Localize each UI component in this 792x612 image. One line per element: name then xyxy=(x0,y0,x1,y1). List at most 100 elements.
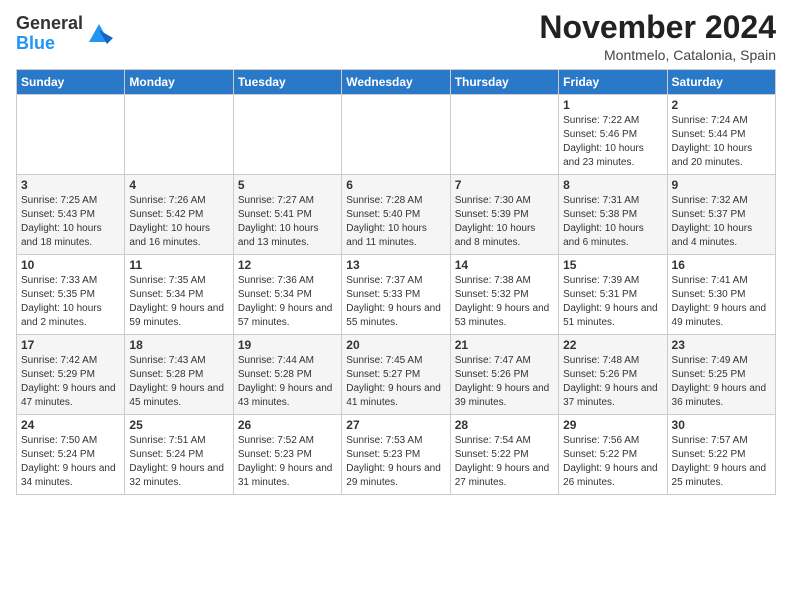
calendar-cell: 14 Sunrise: 7:38 AMSunset: 5:32 PMDayligh… xyxy=(450,255,558,335)
day-number: 19 xyxy=(238,338,337,352)
day-info: Sunrise: 7:56 AMSunset: 5:22 PMDaylight:… xyxy=(563,434,662,490)
day-number: 26 xyxy=(238,418,337,432)
calendar-cell: 20 Sunrise: 7:45 AMSunset: 5:27 PMDayligh… xyxy=(342,335,450,415)
day-number: 25 xyxy=(129,418,228,432)
calendar-week-3: 10 Sunrise: 7:33 AMSunset: 5:35 PMDayligh… xyxy=(17,255,776,335)
calendar-cell: 13 Sunrise: 7:37 AMSunset: 5:33 PMDayligh… xyxy=(342,255,450,335)
day-info: Sunrise: 7:22 AMSunset: 5:46 PMDaylight:… xyxy=(563,114,662,170)
day-number: 23 xyxy=(672,338,771,352)
day-number: 17 xyxy=(21,338,120,352)
calendar-cell: 5 Sunrise: 7:27 AMSunset: 5:41 PMDaylight… xyxy=(233,175,341,255)
day-number: 28 xyxy=(455,418,554,432)
day-info: Sunrise: 7:44 AMSunset: 5:28 PMDaylight:… xyxy=(238,354,337,410)
day-number: 12 xyxy=(238,258,337,272)
calendar-cell: 18 Sunrise: 7:43 AMSunset: 5:28 PMDayligh… xyxy=(125,335,233,415)
day-info: Sunrise: 7:57 AMSunset: 5:22 PMDaylight:… xyxy=(672,434,771,490)
calendar-cell: 3 Sunrise: 7:25 AMSunset: 5:43 PMDaylight… xyxy=(17,175,125,255)
day-info: Sunrise: 7:26 AMSunset: 5:42 PMDaylight:… xyxy=(129,194,228,250)
calendar-cell: 21 Sunrise: 7:47 AMSunset: 5:26 PMDayligh… xyxy=(450,335,558,415)
weekday-header-saturday: Saturday xyxy=(667,70,775,95)
day-number: 8 xyxy=(563,178,662,192)
day-number: 4 xyxy=(129,178,228,192)
day-info: Sunrise: 7:41 AMSunset: 5:30 PMDaylight:… xyxy=(672,274,771,330)
day-number: 18 xyxy=(129,338,228,352)
day-info: Sunrise: 7:43 AMSunset: 5:28 PMDaylight:… xyxy=(129,354,228,410)
day-number: 11 xyxy=(129,258,228,272)
month-title: November 2024 xyxy=(539,10,776,45)
weekday-header-monday: Monday xyxy=(125,70,233,95)
day-info: Sunrise: 7:52 AMSunset: 5:23 PMDaylight:… xyxy=(238,434,337,490)
day-number: 13 xyxy=(346,258,445,272)
day-number: 24 xyxy=(21,418,120,432)
day-number: 16 xyxy=(672,258,771,272)
calendar-cell xyxy=(233,95,341,175)
calendar-cell: 11 Sunrise: 7:35 AMSunset: 5:34 PMDayligh… xyxy=(125,255,233,335)
day-number: 3 xyxy=(21,178,120,192)
day-number: 20 xyxy=(346,338,445,352)
calendar-cell: 17 Sunrise: 7:42 AMSunset: 5:29 PMDayligh… xyxy=(17,335,125,415)
day-info: Sunrise: 7:27 AMSunset: 5:41 PMDaylight:… xyxy=(238,194,337,250)
day-info: Sunrise: 7:35 AMSunset: 5:34 PMDaylight:… xyxy=(129,274,228,330)
header: General Blue November 2024 Montmelo, Cat… xyxy=(16,10,776,63)
day-number: 9 xyxy=(672,178,771,192)
day-info: Sunrise: 7:24 AMSunset: 5:44 PMDaylight:… xyxy=(672,114,771,170)
title-block: November 2024 Montmelo, Catalonia, Spain xyxy=(539,10,776,63)
day-info: Sunrise: 7:47 AMSunset: 5:26 PMDaylight:… xyxy=(455,354,554,410)
day-info: Sunrise: 7:36 AMSunset: 5:34 PMDaylight:… xyxy=(238,274,337,330)
calendar-cell: 25Sunrise: 7:51 AMSunset: 5:24 PMDayligh… xyxy=(125,415,233,495)
day-number: 29 xyxy=(563,418,662,432)
day-number: 10 xyxy=(21,258,120,272)
logo-blue-text: Blue xyxy=(16,33,55,53)
calendar-week-4: 17 Sunrise: 7:42 AMSunset: 5:29 PMDayligh… xyxy=(17,335,776,415)
calendar-cell: 9Sunrise: 7:32 AMSunset: 5:37 PMDaylight… xyxy=(667,175,775,255)
day-info: Sunrise: 7:37 AMSunset: 5:33 PMDaylight:… xyxy=(346,274,445,330)
day-info: Sunrise: 7:54 AMSunset: 5:22 PMDaylight:… xyxy=(455,434,554,490)
day-info: Sunrise: 7:30 AMSunset: 5:39 PMDaylight:… xyxy=(455,194,554,250)
calendar-cell: 30 Sunrise: 7:57 AMSunset: 5:22 PMDayligh… xyxy=(667,415,775,495)
weekday-header-tuesday: Tuesday xyxy=(233,70,341,95)
day-info: Sunrise: 7:50 AMSunset: 5:24 PMDaylight:… xyxy=(21,434,120,490)
day-info: Sunrise: 7:25 AMSunset: 5:43 PMDaylight:… xyxy=(21,194,120,250)
day-info: Sunrise: 7:33 AMSunset: 5:35 PMDaylight:… xyxy=(21,274,120,330)
day-number: 1 xyxy=(563,98,662,112)
day-number: 30 xyxy=(672,418,771,432)
day-number: 15 xyxy=(563,258,662,272)
location-title: Montmelo, Catalonia, Spain xyxy=(539,47,776,63)
weekday-header-friday: Friday xyxy=(559,70,667,95)
calendar-cell xyxy=(125,95,233,175)
calendar-cell: 2 Sunrise: 7:24 AMSunset: 5:44 PMDaylight… xyxy=(667,95,775,175)
calendar-cell: 4 Sunrise: 7:26 AMSunset: 5:42 PMDaylight… xyxy=(125,175,233,255)
calendar-week-2: 3 Sunrise: 7:25 AMSunset: 5:43 PMDaylight… xyxy=(17,175,776,255)
calendar-cell: 26 Sunrise: 7:52 AMSunset: 5:23 PMDayligh… xyxy=(233,415,341,495)
day-number: 6 xyxy=(346,178,445,192)
calendar-cell: 1 Sunrise: 7:22 AMSunset: 5:46 PMDaylight… xyxy=(559,95,667,175)
calendar-week-1: 1 Sunrise: 7:22 AMSunset: 5:46 PMDaylight… xyxy=(17,95,776,175)
day-info: Sunrise: 7:45 AMSunset: 5:27 PMDaylight:… xyxy=(346,354,445,410)
calendar-cell: 16 Sunrise: 7:41 AMSunset: 5:30 PMDayligh… xyxy=(667,255,775,335)
day-number: 14 xyxy=(455,258,554,272)
calendar-cell: 10 Sunrise: 7:33 AMSunset: 5:35 PMDayligh… xyxy=(17,255,125,335)
calendar-cell: 15Sunrise: 7:39 AMSunset: 5:31 PMDayligh… xyxy=(559,255,667,335)
day-info: Sunrise: 7:38 AMSunset: 5:32 PMDaylight:… xyxy=(455,274,554,330)
logo-icon xyxy=(85,20,113,48)
page: General Blue November 2024 Montmelo, Cat… xyxy=(0,0,792,612)
calendar-cell: 28 Sunrise: 7:54 AMSunset: 5:22 PMDayligh… xyxy=(450,415,558,495)
day-number: 5 xyxy=(238,178,337,192)
weekday-header-row: SundayMondayTuesdayWednesdayThursdayFrid… xyxy=(17,70,776,95)
calendar-cell: 29 Sunrise: 7:56 AMSunset: 5:22 PMDayligh… xyxy=(559,415,667,495)
day-info: Sunrise: 7:48 AMSunset: 5:26 PMDaylight:… xyxy=(563,354,662,410)
calendar-cell: 23 Sunrise: 7:49 AMSunset: 5:25 PMDayligh… xyxy=(667,335,775,415)
calendar-cell xyxy=(450,95,558,175)
day-number: 21 xyxy=(455,338,554,352)
day-info: Sunrise: 7:28 AMSunset: 5:40 PMDaylight:… xyxy=(346,194,445,250)
calendar-cell: 24 Sunrise: 7:50 AMSunset: 5:24 PMDayligh… xyxy=(17,415,125,495)
weekday-header-sunday: Sunday xyxy=(17,70,125,95)
day-info: Sunrise: 7:53 AMSunset: 5:23 PMDaylight:… xyxy=(346,434,445,490)
day-number: 2 xyxy=(672,98,771,112)
calendar-week-5: 24 Sunrise: 7:50 AMSunset: 5:24 PMDayligh… xyxy=(17,415,776,495)
calendar-cell: 12 Sunrise: 7:36 AMSunset: 5:34 PMDayligh… xyxy=(233,255,341,335)
calendar-cell: 22Sunrise: 7:48 AMSunset: 5:26 PMDayligh… xyxy=(559,335,667,415)
day-info: Sunrise: 7:49 AMSunset: 5:25 PMDaylight:… xyxy=(672,354,771,410)
day-info: Sunrise: 7:42 AMSunset: 5:29 PMDaylight:… xyxy=(21,354,120,410)
day-info: Sunrise: 7:31 AMSunset: 5:38 PMDaylight:… xyxy=(563,194,662,250)
